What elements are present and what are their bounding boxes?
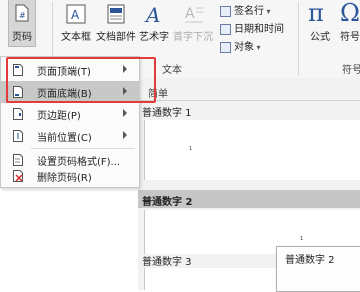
svg-text:A: A (185, 6, 195, 22)
submenu-arrow-icon (123, 109, 127, 117)
date-time-label: 日期和时间 (234, 24, 284, 35)
page-number-preview: 1 (300, 236, 304, 242)
menu-item-page-margins[interactable]: 页边距(P) (1, 103, 139, 125)
calendar-icon (220, 23, 231, 35)
page-number-icon: # (15, 4, 29, 22)
signature-line-button[interactable]: 签名行 ▾ (220, 2, 271, 18)
menu-item-label: 当前位置(C) (37, 133, 92, 144)
page-margins-icon (13, 108, 23, 120)
wordart-label: 艺术字 (139, 32, 169, 43)
page-number-button[interactable]: # 页码 (8, 0, 36, 47)
ribbon-separator (298, 2, 299, 76)
object-button[interactable]: 对象 ▾ (220, 38, 261, 54)
drop-cap-button[interactable]: A 首字下沉 (172, 0, 214, 48)
menu-item-label: 删除页码(R) (37, 173, 92, 184)
current-position-icon (13, 130, 23, 142)
menu-item-current-position[interactable]: 当前位置(C) (1, 125, 139, 147)
signature-line-label: 签名行 (234, 6, 264, 17)
highlight-outline (6, 57, 156, 103)
wordart-icon: A (144, 3, 160, 26)
equation-label: 公式 (310, 32, 330, 43)
signature-line-icon (220, 5, 231, 17)
symbol-button[interactable]: Ω 符号 (340, 0, 360, 48)
document-parts-button[interactable]: 文档部件 (94, 0, 138, 48)
text-group-label: 文本 (162, 65, 182, 76)
object-label: 对象 (234, 42, 254, 53)
object-icon (220, 41, 231, 53)
document-parts-icon (107, 4, 125, 24)
textbox-icon: A (66, 4, 86, 24)
gallery-item-1-label: 普通数字 1 (142, 108, 192, 119)
tooltip-text: 普通数字 2 (285, 255, 335, 266)
page-number-label: 页码 (12, 32, 32, 43)
menu-item-label: 页边距(P) (37, 111, 81, 122)
remove-page-number-icon (13, 170, 23, 182)
gallery-item-1-thumbnail[interactable]: 1 (144, 120, 360, 180)
gallery-item-2-header[interactable]: 普通数字 2 (138, 190, 360, 208)
equation-button[interactable]: π 公式 (304, 0, 336, 48)
textbox-button[interactable]: A 文本框 (58, 0, 94, 48)
svg-text:A: A (71, 8, 80, 22)
date-time-button[interactable]: 日期和时间 (220, 20, 284, 36)
textbox-label: 文本框 (61, 32, 91, 43)
menu-item-remove-page-numbers[interactable]: 删除页码(R) (1, 165, 139, 187)
tooltip: 普通数字 2 (276, 246, 360, 292)
wordart-button[interactable]: A 艺术字 (138, 0, 170, 48)
symbol-label: 符号 (340, 32, 360, 43)
document-parts-label: 文档部件 (96, 32, 136, 43)
svg-text:#: # (19, 11, 26, 20)
drop-cap-label: 首字下沉 (173, 32, 213, 43)
submenu-arrow-icon (123, 131, 127, 139)
symbol-group-label: 符号 (342, 65, 360, 76)
page-number-preview: 1 (189, 146, 193, 152)
drop-cap-icon: A (185, 6, 203, 23)
svg-text:A: A (144, 3, 160, 26)
pi-icon: π (308, 0, 324, 27)
gallery-item-3-label: 普通数字 3 (142, 257, 192, 268)
gallery-divider (138, 100, 360, 101)
gallery-item-2-label: 普通数字 2 (142, 197, 193, 208)
omega-icon: Ω (340, 0, 360, 27)
